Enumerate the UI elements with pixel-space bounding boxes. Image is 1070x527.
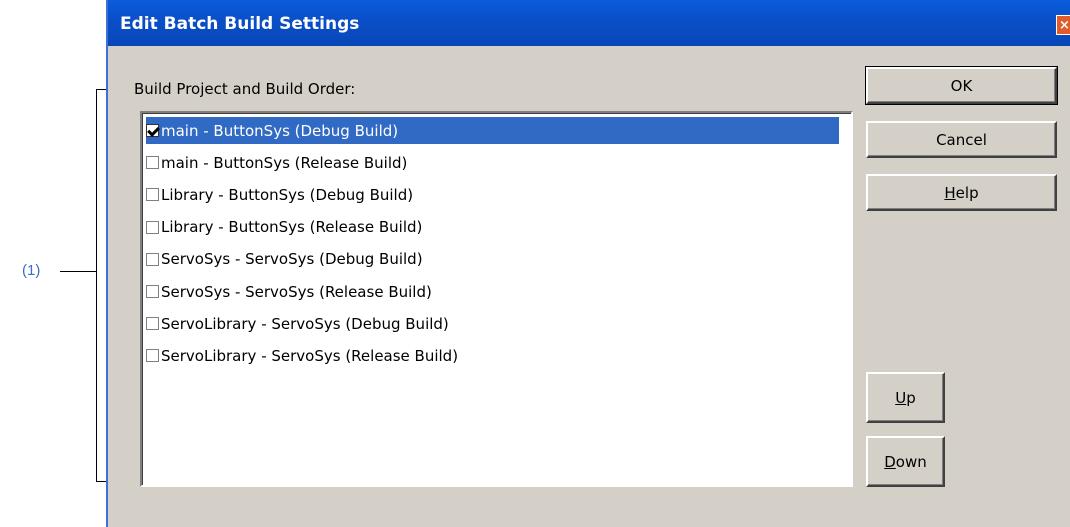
annotation-label: (1): [22, 262, 41, 279]
list-item[interactable]: main - ButtonSys (Debug Build): [146, 117, 839, 144]
checkbox[interactable]: [146, 220, 159, 234]
help-label-key: H: [944, 183, 956, 202]
help-button-label: Help: [944, 184, 978, 202]
list-item-label: ServoLibrary - ServoSys (Debug Build): [161, 314, 449, 333]
cancel-button[interactable]: Cancel: [866, 121, 1057, 158]
list-item-label: main - ButtonSys (Release Build): [161, 153, 408, 172]
list-item[interactable]: Library - ButtonSys (Release Build): [146, 214, 839, 241]
list-item-label: Library - ButtonSys (Release Build): [161, 218, 423, 237]
dialog-title: Edit Batch Build Settings: [120, 14, 360, 34]
close-icon[interactable]: ×: [1056, 15, 1070, 35]
title-bar[interactable]: Edit Batch Build Settings ×: [108, 0, 1070, 46]
ok-button-label: OK: [950, 76, 973, 95]
list-item[interactable]: ServoLibrary - ServoSys (Debug Build): [146, 310, 839, 337]
down-label-key: D: [884, 452, 896, 471]
list-item-label: ServoLibrary - ServoSys (Release Build): [161, 346, 459, 365]
down-button[interactable]: Down: [866, 436, 945, 487]
ok-button[interactable]: OK: [865, 66, 1058, 105]
up-label-key: U: [895, 388, 907, 407]
list-item[interactable]: ServoSys - ServoSys (Debug Build): [146, 246, 839, 273]
list-item[interactable]: ServoSys - ServoSys (Release Build): [146, 278, 839, 305]
list-item-label: ServoSys - ServoSys (Debug Build): [161, 250, 423, 269]
checkbox[interactable]: [146, 317, 159, 331]
checkbox[interactable]: [146, 156, 159, 170]
annotation-bracket-vertical: [96, 89, 97, 482]
cancel-button-label: Cancel: [936, 130, 987, 149]
help-button[interactable]: Help: [866, 174, 1057, 211]
up-button[interactable]: Up: [866, 372, 945, 423]
group-label-text: Build Project and Build Order:: [134, 80, 356, 98]
list-item-label: Library - ButtonSys (Debug Build): [161, 185, 414, 204]
down-label-post: own: [895, 452, 927, 471]
list-item[interactable]: ServoLibrary - ServoSys (Release Build): [146, 342, 839, 369]
list-item[interactable]: Library - ButtonSys (Debug Build): [146, 181, 839, 208]
checkbox[interactable]: [146, 188, 159, 202]
checkbox[interactable]: [146, 349, 159, 363]
up-button-label: Up: [895, 389, 916, 407]
group-label: Build Project and Build Order:: [134, 80, 355, 98]
help-label-post: elp: [955, 183, 979, 202]
down-button-label: Down: [884, 453, 927, 471]
list-item-label: ServoSys - ServoSys (Release Build): [161, 282, 432, 301]
up-label-post: p: [906, 388, 916, 407]
checkbox[interactable]: [146, 124, 159, 137]
build-order-list[interactable]: main - ButtonSys (Debug Build) main - But…: [140, 111, 853, 487]
checkbox[interactable]: [146, 252, 159, 266]
list-item-label: main - ButtonSys (Debug Build): [161, 121, 399, 140]
annotation-pointer-line: [60, 271, 96, 272]
list-item[interactable]: main - ButtonSys (Release Build): [146, 149, 839, 176]
checkbox[interactable]: [146, 285, 159, 298]
